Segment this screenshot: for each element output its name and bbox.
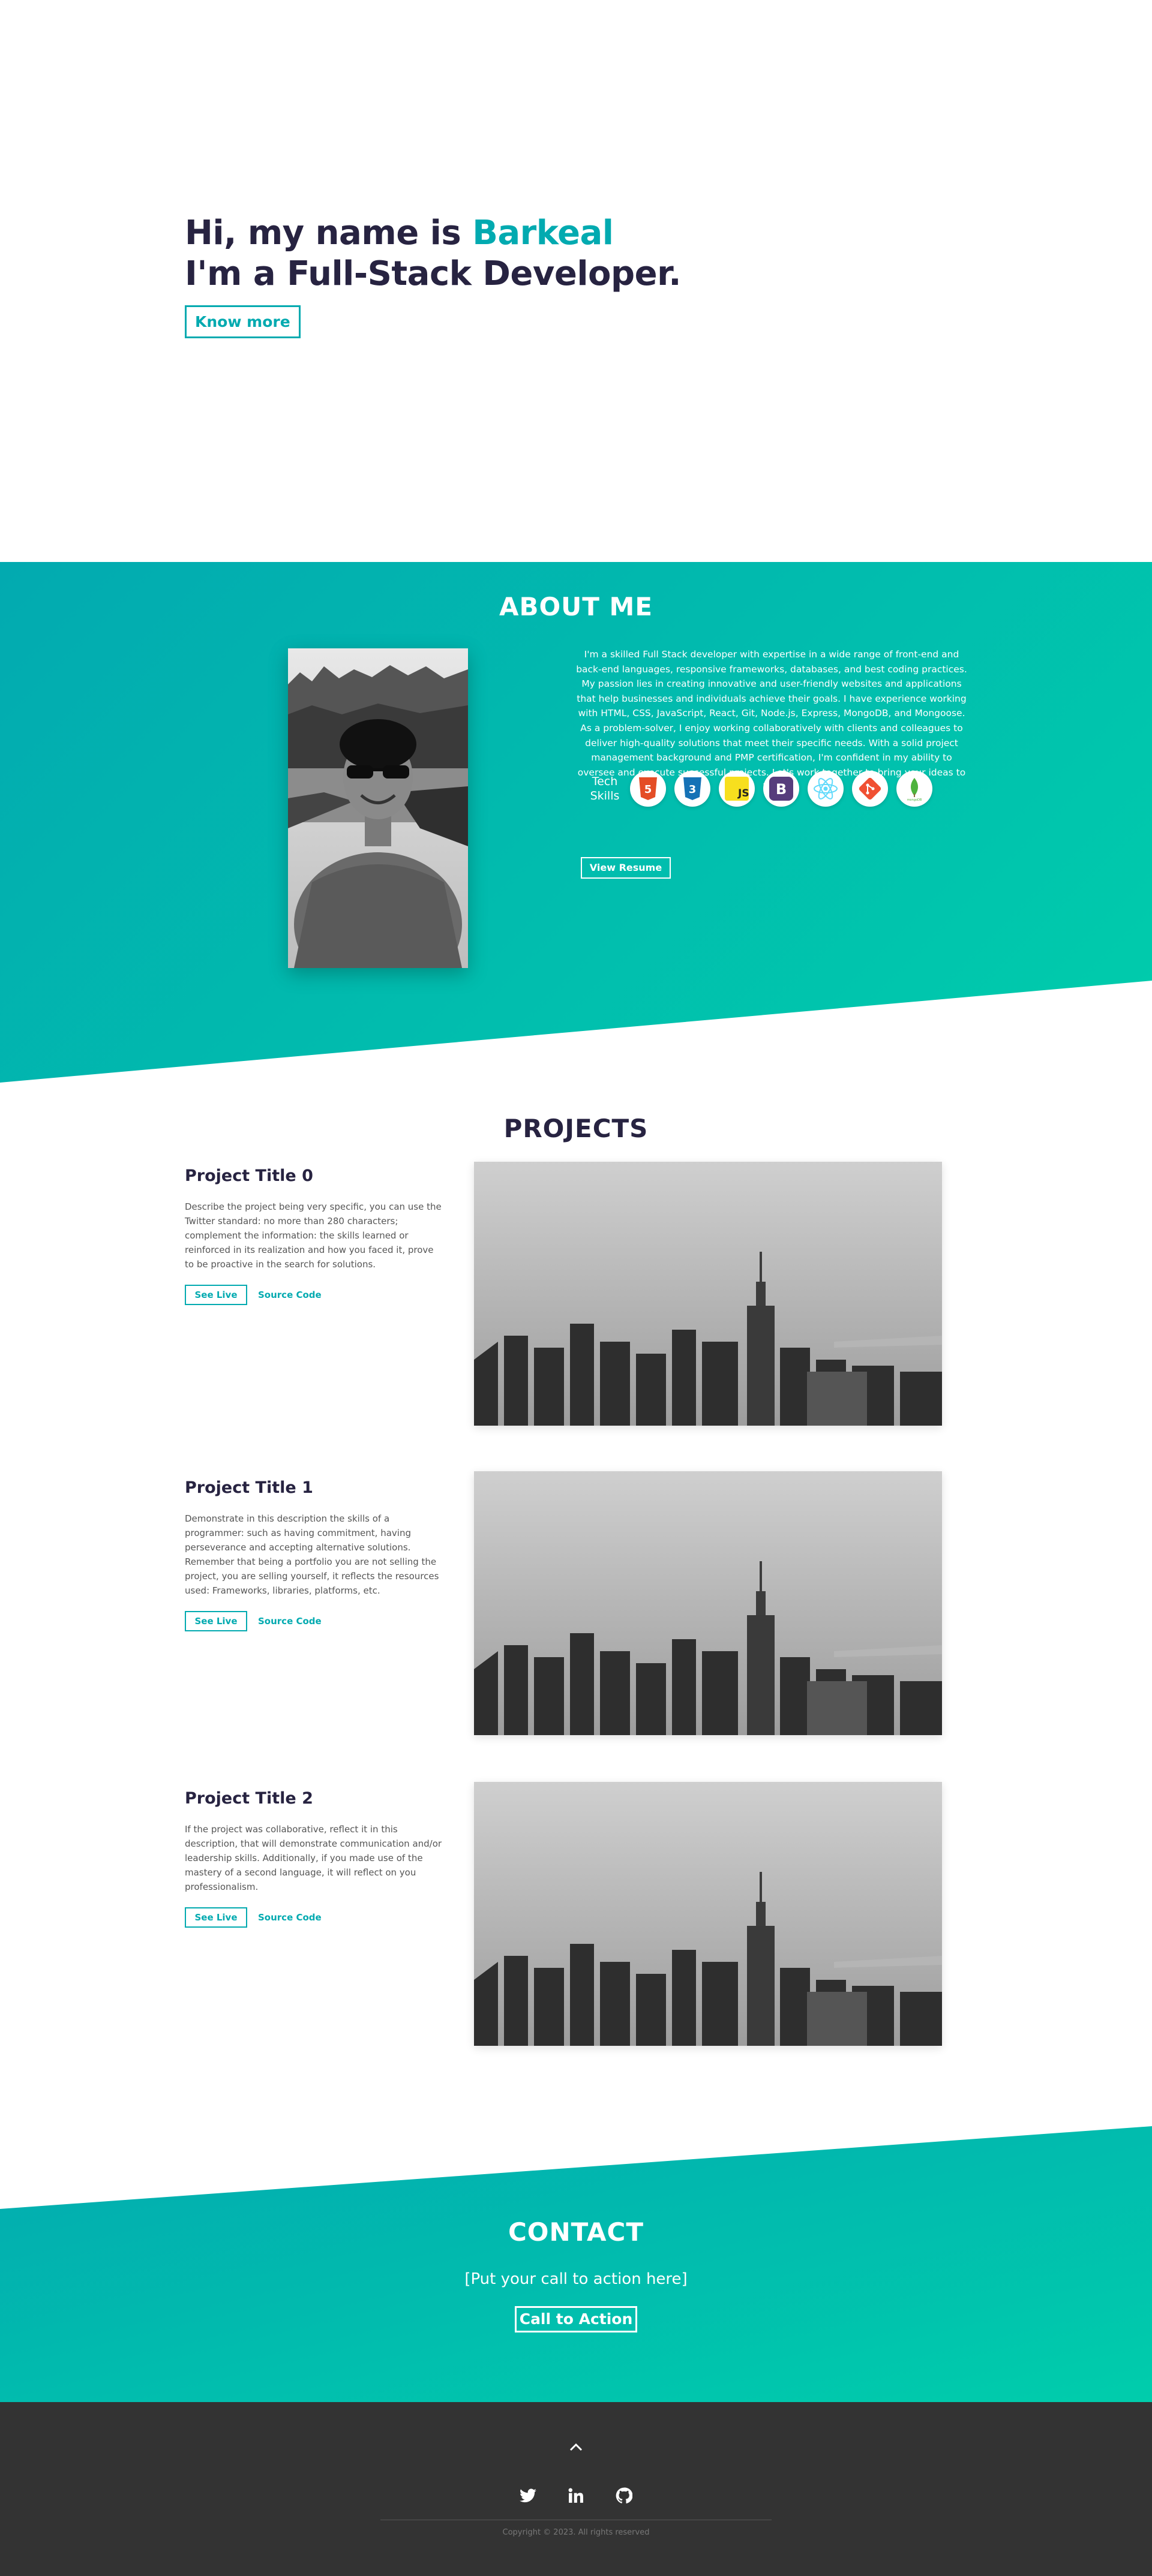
javascript-icon: JS <box>719 771 755 807</box>
mongodb-icon: mongoDB <box>896 771 932 807</box>
about-section-diagonal-cut <box>0 981 1152 1083</box>
project-image-skyline-illustration <box>474 1162 942 1426</box>
hero-greeting: Hi, my name is Barkeal <box>185 213 681 254</box>
project-image-skyline-illustration <box>474 1782 942 2046</box>
project-info: Project Title 2 If the project was colla… <box>185 1789 443 1928</box>
social-links <box>0 2486 1152 2505</box>
project-image-skyline-illustration <box>474 1471 942 1735</box>
project-info: Project Title 0 Describe the project bei… <box>185 1167 443 1305</box>
project-buttons: See Live Source Code <box>185 1611 443 1631</box>
project-buttons: See Live Source Code <box>185 1907 443 1928</box>
copyright-text: Copyright © 2023. All rights reserved <box>502 2528 650 2537</box>
mongodb-icon-label: mongoDB <box>907 798 922 802</box>
view-resume-button[interactable]: View Resume <box>581 857 671 879</box>
hero-section: Hi, my name is Barkeal I'm a Full-Stack … <box>0 0 1152 562</box>
svg-text:5: 5 <box>644 783 652 796</box>
project-description: Describe the project being very specific… <box>185 1201 442 1270</box>
tech-skills-label: Tech Skills <box>590 775 620 802</box>
see-live-button[interactable]: See Live <box>185 1907 247 1928</box>
project-description: If the project was collaborative, reflec… <box>185 1824 442 1892</box>
git-icon <box>852 771 888 807</box>
hero-subtitle: I'm a Full-Stack Developer. <box>185 254 682 293</box>
about-section: ABOUT ME I'm a skilled Full Stack develo… <box>0 562 1152 1083</box>
project-buttons: See Live Source Code <box>185 1285 443 1305</box>
twitter-icon[interactable] <box>518 2486 538 2505</box>
profile-photo <box>288 648 468 968</box>
project-image[interactable] <box>474 1471 942 1735</box>
contact-section-background <box>0 2126 1152 2402</box>
hero-content: Hi, my name is Barkeal I'm a Full-Stack … <box>185 213 682 338</box>
svg-text:3: 3 <box>689 783 697 796</box>
source-code-link[interactable]: Source Code <box>258 1289 322 1300</box>
projects-title: PROJECTS <box>503 1114 649 1143</box>
source-code-link[interactable]: Source Code <box>258 1912 322 1923</box>
bootstrap-icon: B <box>763 771 799 807</box>
project-image[interactable] <box>474 1782 942 2046</box>
back-to-top-chevron-up-icon[interactable] <box>567 2438 585 2456</box>
project-title: Project Title 1 <box>185 1478 313 1497</box>
react-icon <box>808 771 844 807</box>
see-live-button[interactable]: See Live <box>185 1285 247 1305</box>
contact-cta-text: [Put your call to action here] <box>464 2270 688 2288</box>
see-live-button[interactable]: See Live <box>185 1611 247 1631</box>
source-code-link[interactable]: Source Code <box>258 1616 322 1627</box>
contact-title: CONTACT <box>508 2217 644 2247</box>
tech-skills: Tech Skills 5 3 JS B mongoDB <box>587 771 941 807</box>
bootstrap-icon-label: B <box>776 781 787 798</box>
call-to-action-button[interactable]: Call to Action <box>515 2306 637 2332</box>
javascript-icon-label: JS <box>737 787 749 799</box>
css3-icon: 3 <box>674 771 710 807</box>
hero-greeting-text: Hi, my name is <box>185 214 473 253</box>
profile-photo-illustration <box>288 648 468 968</box>
project-info: Project Title 1 Demonstrate in this desc… <box>185 1478 443 1631</box>
linkedin-icon[interactable] <box>566 2486 586 2505</box>
about-title: ABOUT ME <box>499 592 653 621</box>
contact-section: CONTACT [Put your call to action here] C… <box>0 2126 1152 2402</box>
know-more-button[interactable]: Know more <box>185 305 301 338</box>
project-description: Demonstrate in this description the skil… <box>185 1513 439 1596</box>
project-title: Project Title 0 <box>185 1167 313 1185</box>
hero-name: Barkeal <box>472 214 614 253</box>
footer: Copyright © 2023. All rights reserved <box>0 2402 1152 2576</box>
html5-icon: 5 <box>630 771 666 807</box>
projects-section: PROJECTS Project Title 0 Describe the pr… <box>0 1083 1152 2126</box>
project-image[interactable] <box>474 1162 942 1426</box>
github-icon[interactable] <box>614 2486 634 2505</box>
project-title: Project Title 2 <box>185 1789 313 1808</box>
